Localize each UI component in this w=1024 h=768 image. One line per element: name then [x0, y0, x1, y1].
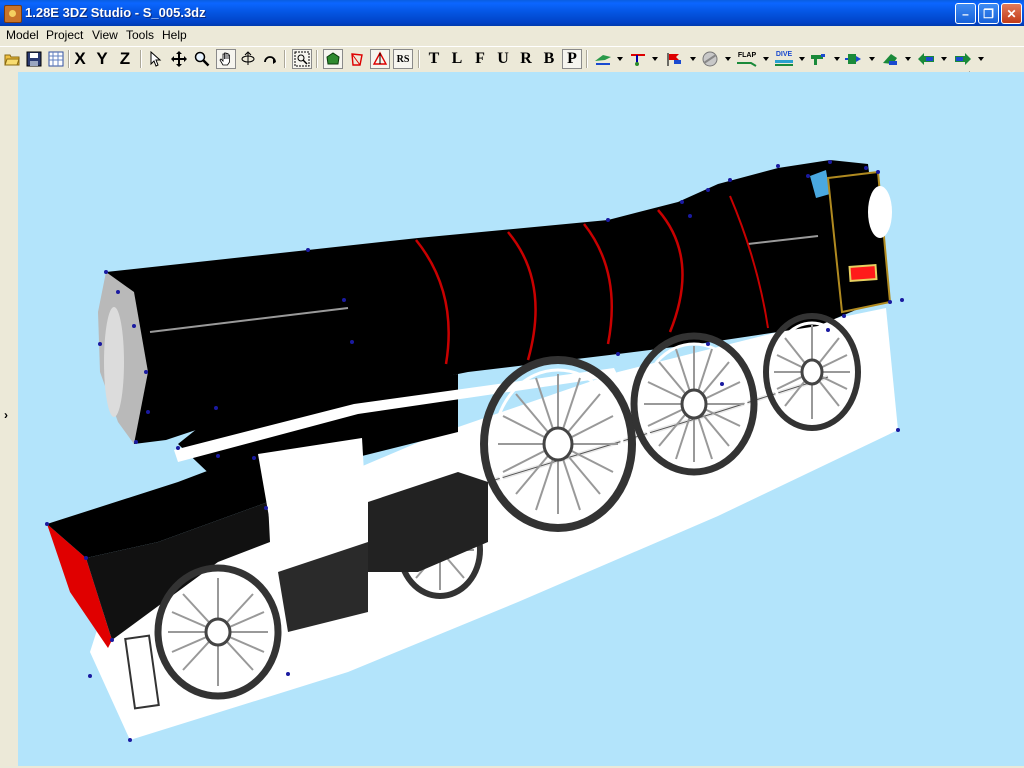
dropdown-arrow-icon[interactable] [941, 57, 947, 61]
left-panel-strip: › [0, 72, 19, 768]
aileron-icon[interactable] [880, 49, 900, 69]
window-title: 1.28E 3DZ Studio - S_005.3dz [25, 5, 206, 20]
rs-button[interactable]: RS [393, 49, 413, 69]
menu-model[interactable]: Model [4, 28, 41, 42]
app-icon[interactable] [4, 5, 22, 23]
minimize-button[interactable]: – [955, 3, 976, 24]
menu-project[interactable]: Project [44, 28, 85, 42]
axis-z-button[interactable]: Z [115, 49, 135, 69]
flap-label: FLAP [737, 51, 757, 59]
cab-number-plate [848, 264, 878, 282]
dive-button[interactable]: DIVE [772, 49, 796, 69]
aircraft-wing-icon[interactable] [593, 49, 613, 69]
move-icon[interactable] [169, 49, 189, 69]
dropdown-arrow-icon[interactable] [978, 57, 984, 61]
view-perspective-button[interactable]: P [562, 49, 582, 69]
wireframe-shading-icon[interactable] [347, 49, 367, 69]
driving-wheel [763, 313, 861, 431]
toolbar-separator [316, 50, 318, 68]
dropdown-arrow-icon[interactable] [869, 57, 875, 61]
dropdown-arrow-icon[interactable] [617, 57, 623, 61]
toolbar-separator [140, 50, 142, 68]
vertex-shading-icon[interactable] [370, 49, 390, 69]
orbit-icon[interactable] [238, 49, 258, 69]
nav-left-icon[interactable] [916, 49, 936, 69]
dropdown-arrow-icon[interactable] [725, 57, 731, 61]
maximize-button[interactable]: ❐ [978, 3, 999, 24]
flap-button[interactable]: FLAP [734, 49, 760, 69]
bogie-wheel [154, 564, 282, 700]
propeller-disc-icon[interactable] [700, 49, 720, 69]
3d-viewport[interactable] [18, 72, 1024, 766]
dive-label: DIVE [775, 51, 793, 58]
axis-y-button[interactable]: Y [92, 49, 112, 69]
menu-bar: Model Project View Tools Help [0, 26, 1024, 45]
menu-help[interactable]: Help [160, 28, 189, 42]
view-top-button[interactable]: T [424, 49, 444, 69]
dropdown-arrow-icon[interactable] [799, 57, 805, 61]
smokebox-highlight [104, 307, 124, 417]
cab-porthole [868, 186, 892, 238]
zoom-extents-icon[interactable] [292, 49, 312, 69]
dropdown-arrow-icon[interactable] [763, 57, 769, 61]
elevator-icon[interactable] [843, 49, 863, 69]
pointer-icon[interactable] [145, 49, 165, 69]
menu-tools[interactable]: Tools [124, 28, 156, 42]
toolbar-separator [284, 50, 286, 68]
model-render[interactable] [18, 72, 1024, 766]
expand-panel-icon[interactable]: › [4, 408, 8, 422]
grid-icon[interactable] [46, 49, 66, 69]
view-under-button[interactable]: U [493, 49, 513, 69]
view-back-button[interactable]: B [539, 49, 559, 69]
toolbar-separator [586, 50, 588, 68]
toolbar-separator [418, 50, 420, 68]
nav-right-icon[interactable] [953, 49, 973, 69]
rudder-icon[interactable] [808, 49, 828, 69]
flag-icon[interactable] [664, 49, 684, 69]
view-right-button[interactable]: R [516, 49, 536, 69]
pan-hand-icon[interactable] [216, 49, 236, 69]
open-folder-icon[interactable] [2, 49, 22, 69]
main-toolbar: X Y Z RS T L F U R B P FLAP DIVE [0, 46, 1024, 72]
driving-wheel [630, 332, 758, 476]
axis-x-button[interactable]: X [70, 49, 90, 69]
menu-view[interactable]: View [90, 28, 120, 42]
save-icon[interactable] [24, 49, 44, 69]
gear-down-icon[interactable] [628, 49, 648, 69]
rotate-icon[interactable] [260, 49, 280, 69]
zoom-icon[interactable] [192, 49, 212, 69]
dropdown-arrow-icon[interactable] [905, 57, 911, 61]
dropdown-arrow-icon[interactable] [834, 57, 840, 61]
view-left-button[interactable]: L [447, 49, 467, 69]
dropdown-arrow-icon[interactable] [690, 57, 696, 61]
driving-wheel [480, 356, 636, 532]
solid-shading-icon[interactable] [323, 49, 343, 69]
view-front-button[interactable]: F [470, 49, 490, 69]
dropdown-arrow-icon[interactable] [652, 57, 658, 61]
close-button[interactable]: ✕ [1001, 3, 1022, 24]
title-bar[interactable]: 1.28E 3DZ Studio - S_005.3dz – ❐ ✕ [0, 0, 1024, 26]
